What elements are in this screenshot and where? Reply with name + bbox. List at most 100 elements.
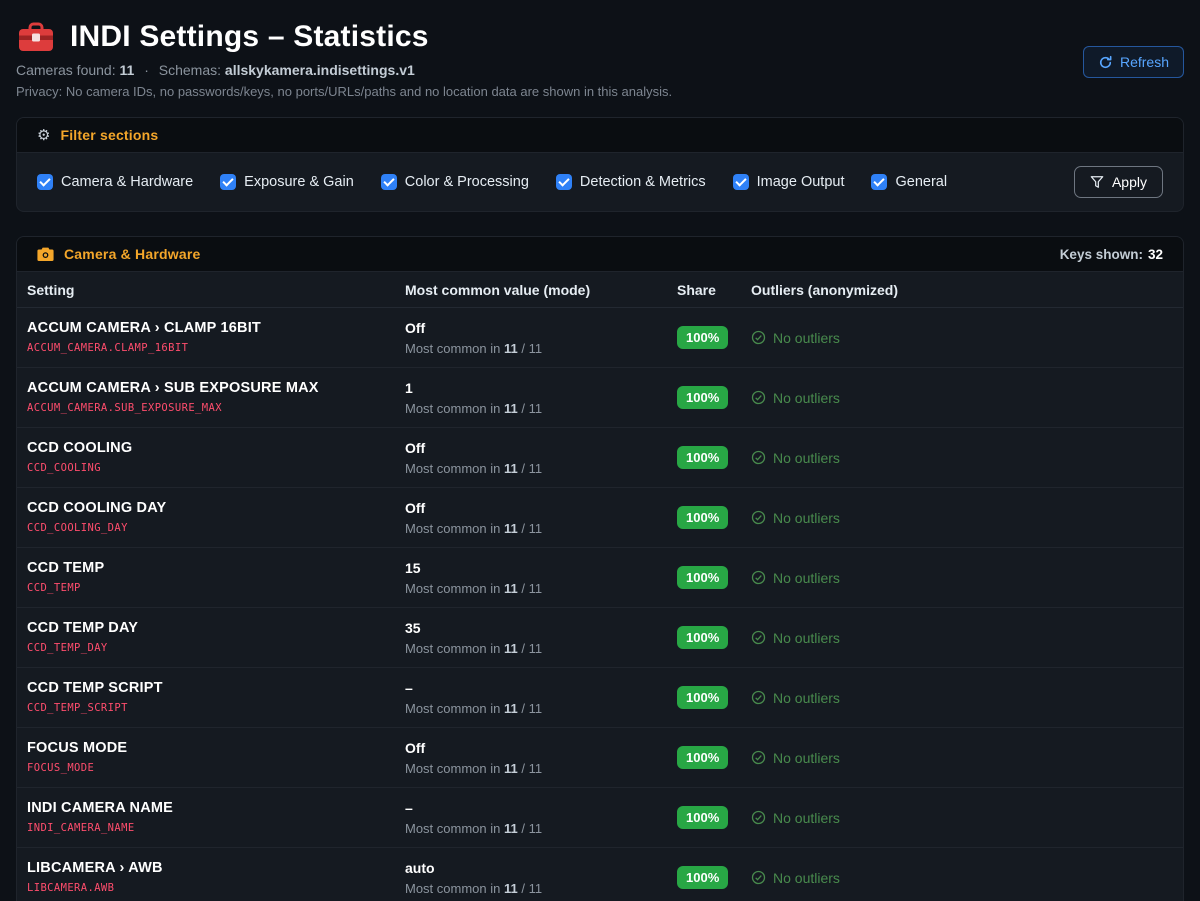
setting-name: FOCUS MODE <box>27 739 405 757</box>
outliers-label: No outliers <box>773 450 840 466</box>
setting-name: CCD COOLING <box>27 439 405 457</box>
checkbox-checked-icon[interactable] <box>37 174 53 190</box>
header-left: INDI Settings – Statistics Cameras found… <box>16 20 672 99</box>
stats-panel-header: Camera & Hardware Keys shown: 32 <box>17 237 1183 272</box>
gear-icon: ⚙ <box>37 128 50 143</box>
mode-note: Most common in 11 / 11 <box>405 881 677 896</box>
setting-key: INDI_CAMERA_NAME <box>27 822 405 834</box>
checkbox-checked-icon[interactable] <box>220 174 236 190</box>
title-row: INDI Settings – Statistics <box>16 20 672 54</box>
setting-key: LIBCAMERA.AWB <box>27 882 405 894</box>
setting-cell: ACCUM CAMERA › SUB EXPOSURE MAX ACCUM_CA… <box>27 379 405 416</box>
mode-note: Most common in 11 / 11 <box>405 821 677 836</box>
filter-option-detection-metrics[interactable]: Detection & Metrics <box>556 174 706 190</box>
setting-cell: LIBCAMERA › AWB LIBCAMERA.AWB <box>27 859 405 896</box>
filter-option-label: Color & Processing <box>405 174 529 190</box>
check-circle-icon <box>751 570 766 585</box>
mode-cell: 1 Most common in 11 / 11 <box>405 379 677 416</box>
outliers-label: No outliers <box>773 390 840 406</box>
table-row: CCD TEMP SCRIPT CCD_TEMP_SCRIPT – Most c… <box>17 668 1183 728</box>
outliers-cell: No outliers <box>751 679 1173 716</box>
setting-key: CCD_TEMP_DAY <box>27 642 405 654</box>
mode-value: auto <box>405 859 677 877</box>
camera-icon <box>37 247 54 262</box>
mode-cell: – Most common in 11 / 11 <box>405 799 677 836</box>
section-title: Camera & Hardware <box>64 246 200 262</box>
setting-cell: CCD COOLING DAY CCD_COOLING_DAY <box>27 499 405 536</box>
filter-option-image-output[interactable]: Image Output <box>733 174 845 190</box>
mode-cell: – Most common in 11 / 11 <box>405 679 677 716</box>
toolbox-icon <box>16 20 56 54</box>
stats-panel: Camera & Hardware Keys shown: 32 Setting… <box>16 236 1184 901</box>
apply-button[interactable]: Apply <box>1074 166 1163 198</box>
privacy-note: Privacy: No camera IDs, no passwords/key… <box>16 84 672 99</box>
setting-key: CCD_COOLING_DAY <box>27 522 405 534</box>
mode-note: Most common in 11 / 11 <box>405 581 677 596</box>
refresh-button[interactable]: Refresh <box>1083 46 1184 78</box>
share-cell: 100% <box>677 859 751 896</box>
filter-option-label: Camera & Hardware <box>61 174 193 190</box>
check-circle-icon <box>751 450 766 465</box>
mode-note: Most common in 11 / 11 <box>405 761 677 776</box>
schemas-value: allskykamera.indisettings.v1 <box>225 62 415 78</box>
page: INDI Settings – Statistics Cameras found… <box>0 0 1200 901</box>
table-row: FOCUS MODE FOCUS_MODE Off Most common in… <box>17 728 1183 788</box>
outliers-cell: No outliers <box>751 799 1173 836</box>
setting-name: ACCUM CAMERA › CLAMP 16BIT <box>27 319 405 337</box>
checkbox-checked-icon[interactable] <box>733 174 749 190</box>
outliers-label: No outliers <box>773 690 840 706</box>
setting-key: CCD_TEMP_SCRIPT <box>27 702 405 714</box>
mode-note: Most common in 11 / 11 <box>405 461 677 476</box>
setting-cell: CCD TEMP CCD_TEMP <box>27 559 405 596</box>
outliers-cell: No outliers <box>751 739 1173 776</box>
setting-cell: ACCUM CAMERA › CLAMP 16BIT ACCUM_CAMERA.… <box>27 319 405 356</box>
keys-shown: Keys shown: 32 <box>1060 247 1163 262</box>
check-circle-icon <box>751 690 766 705</box>
mode-cell: 15 Most common in 11 / 11 <box>405 559 677 596</box>
share-cell: 100% <box>677 619 751 656</box>
share-badge: 100% <box>677 506 728 529</box>
filter-panel-header: ⚙ Filter sections <box>17 118 1183 153</box>
table-row: ACCUM CAMERA › SUB EXPOSURE MAX ACCUM_CA… <box>17 368 1183 428</box>
share-cell: 100% <box>677 439 751 476</box>
mode-note: Most common in 11 / 11 <box>405 641 677 656</box>
share-badge: 100% <box>677 806 728 829</box>
table-row: CCD COOLING CCD_COOLING Off Most common … <box>17 428 1183 488</box>
keys-shown-value: 32 <box>1148 247 1163 262</box>
setting-key: FOCUS_MODE <box>27 762 405 774</box>
keys-shown-label: Keys shown: <box>1060 247 1143 262</box>
setting-name: CCD COOLING DAY <box>27 499 405 517</box>
share-badge: 100% <box>677 566 728 589</box>
mode-cell: auto Most common in 11 / 11 <box>405 859 677 896</box>
filter-option-label: Detection & Metrics <box>580 174 706 190</box>
outliers-cell: No outliers <box>751 559 1173 596</box>
filter-option-color-processing[interactable]: Color & Processing <box>381 174 529 190</box>
setting-name: INDI CAMERA NAME <box>27 799 405 817</box>
filter-funnel-icon <box>1090 175 1104 189</box>
filter-option-general[interactable]: General <box>871 174 947 190</box>
mode-value: 15 <box>405 559 677 577</box>
filter-option-label: Image Output <box>757 174 845 190</box>
column-header-share: Share <box>677 282 751 298</box>
share-badge: 100% <box>677 326 728 349</box>
setting-name: CCD TEMP SCRIPT <box>27 679 405 697</box>
mode-value: 1 <box>405 379 677 397</box>
table-row: CCD COOLING DAY CCD_COOLING_DAY Off Most… <box>17 488 1183 548</box>
table-header-row: Setting Most common value (mode) Share O… <box>17 272 1183 308</box>
outliers-cell: No outliers <box>751 499 1173 536</box>
checkbox-checked-icon[interactable] <box>556 174 572 190</box>
checkbox-checked-icon[interactable] <box>871 174 887 190</box>
checkbox-checked-icon[interactable] <box>381 174 397 190</box>
setting-key: ACCUM_CAMERA.SUB_EXPOSURE_MAX <box>27 402 405 414</box>
share-cell: 100% <box>677 739 751 776</box>
filter-body: Camera & Hardware Exposure & Gain Color … <box>17 153 1183 211</box>
filter-option-camera-hardware[interactable]: Camera & Hardware <box>37 174 193 190</box>
check-circle-icon <box>751 810 766 825</box>
setting-name: CCD TEMP <box>27 559 405 577</box>
filter-option-label: General <box>895 174 947 190</box>
mode-value: Off <box>405 739 677 757</box>
setting-cell: CCD TEMP DAY CCD_TEMP_DAY <box>27 619 405 656</box>
filter-option-exposure-gain[interactable]: Exposure & Gain <box>220 174 354 190</box>
column-header-outliers: Outliers (anonymized) <box>751 282 1173 298</box>
meta-separator: · <box>144 62 149 78</box>
